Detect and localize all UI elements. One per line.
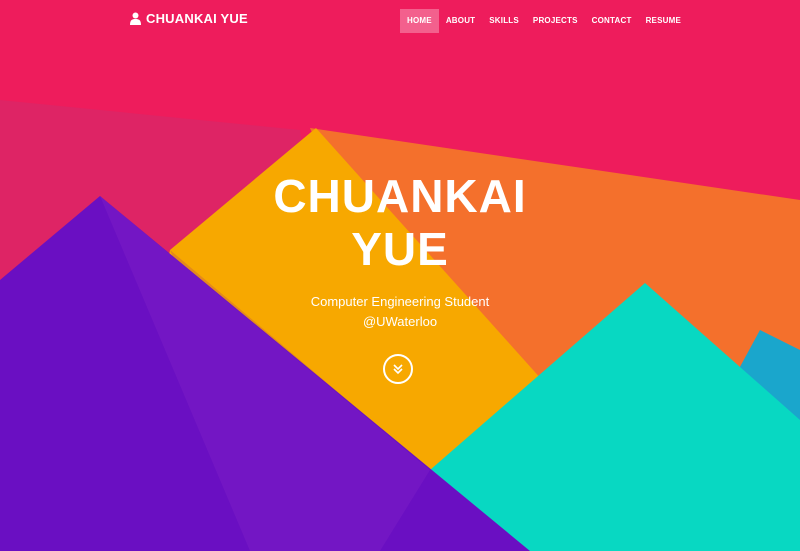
double-chevron-down-icon [393,364,403,375]
user-icon [130,12,141,25]
nav-about[interactable]: ABOUT [439,9,482,33]
hero-subtitle: Computer Engineering Student @UWaterloo [0,292,800,332]
nav-skills[interactable]: SKILLS [482,9,526,33]
nav-home[interactable]: HOME [400,9,439,33]
nav-menu: HOME ABOUT SKILLS PROJECTS CONTACT RESUM… [400,9,688,33]
nav-contact[interactable]: CONTACT [585,9,639,33]
hero-subtitle-line1: Computer Engineering Student [310,294,490,309]
brand-link[interactable]: CHUANKAI YUE [130,11,248,26]
scroll-down-button[interactable] [383,354,413,384]
brand-name: CHUANKAI YUE [146,11,248,26]
hero-title-line2: YUE [351,223,449,275]
nav-projects[interactable]: PROJECTS [526,9,585,33]
nav-resume[interactable]: RESUME [639,9,688,33]
hero-title: CHUANKAI YUE [0,170,800,276]
hero-title-line1: CHUANKAI [273,170,527,222]
hero-subtitle-line2: @UWaterloo [362,314,438,329]
navbar: CHUANKAI YUE HOME ABOUT SKILLS PROJECTS … [0,0,800,42]
